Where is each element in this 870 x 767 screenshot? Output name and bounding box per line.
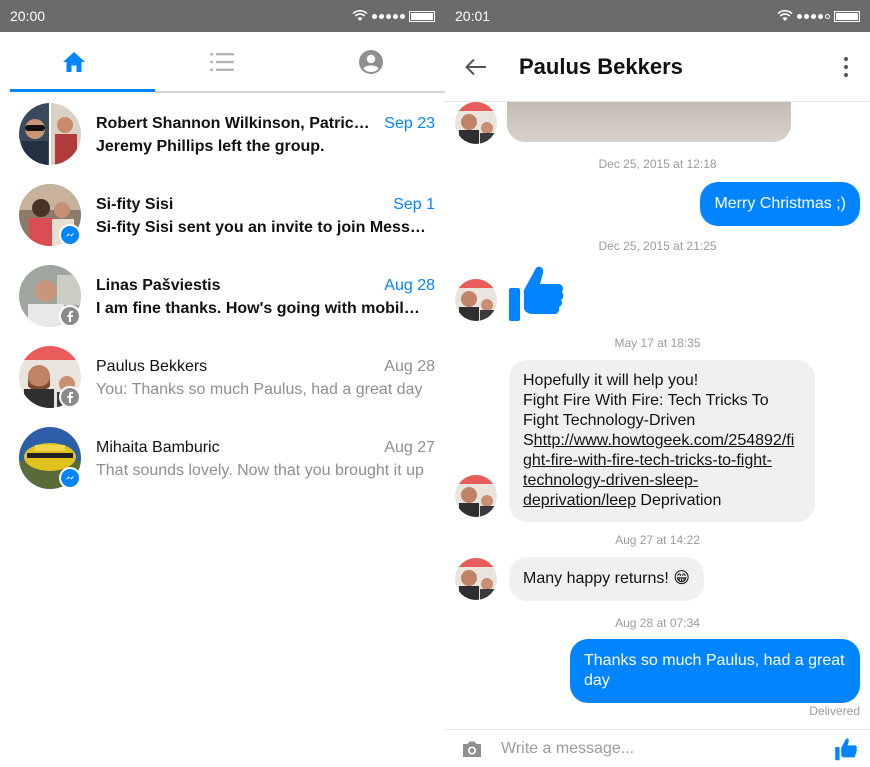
signal-icon [372, 13, 405, 19]
status-time: 20:01 [455, 8, 491, 24]
message-composer [445, 729, 870, 767]
tab-home[interactable] [0, 32, 148, 92]
conversation-date: Aug 27 [384, 439, 435, 456]
battery-icon [409, 10, 435, 22]
image-attachment[interactable] [507, 102, 791, 142]
more-options-icon[interactable] [836, 52, 856, 82]
status-time: 20:00 [10, 8, 46, 24]
message-thread: Dec 25, 2015 at 12:18 Merry Christmas ;)… [445, 102, 870, 729]
conversation-date: Sep 1 [393, 196, 435, 213]
tab-groups[interactable] [148, 32, 296, 92]
facebook-badge-icon [59, 305, 81, 327]
conversation-row[interactable]: Si-fity Sisi Sep 1 Si-fity Sisi sent you… [0, 179, 445, 260]
outgoing-message[interactable]: Thanks so much Paulus, had a great day [570, 639, 860, 703]
conversation-date: Aug 28 [384, 277, 435, 294]
conversation-row[interactable]: Paulus Bekkers Aug 28 You: Thanks so muc… [0, 341, 445, 422]
conversation-snippet: I am fine thanks. How's going with mobil… [96, 300, 426, 317]
conversation-snippet: That sounds lovely. Now that you brought… [96, 462, 424, 479]
timestamp: Dec 25, 2015 at 12:18 [598, 157, 717, 171]
signal-icon [797, 13, 830, 19]
thumbs-up-send-icon[interactable] [834, 737, 858, 761]
conversation-snippet: Jeremy Phillips left the group. [96, 138, 325, 155]
avatar [455, 102, 497, 144]
wifi-icon [777, 10, 793, 21]
status-bar: 20:01 [445, 0, 870, 32]
conversation-date: Aug 28 [384, 358, 435, 375]
message-input[interactable] [501, 739, 834, 758]
facebook-badge-icon [59, 386, 81, 408]
timestamp: Aug 28 at 07:34 [615, 616, 700, 630]
conversation-name: Paulus Bekkers [96, 358, 208, 375]
active-tab-indicator [10, 89, 155, 92]
avatar [455, 279, 497, 321]
tab-profile[interactable] [297, 32, 445, 92]
wifi-icon [352, 10, 368, 21]
conversation-date: Sep 23 [384, 115, 435, 132]
chat-title: Paulus Bekkers [519, 53, 683, 79]
conversation-row[interactable]: Linas Pašviestis Aug 28 I am fine thanks… [0, 260, 445, 341]
battery-icon [834, 10, 860, 22]
avatar [455, 475, 497, 517]
conversation-name: Robert Shannon Wilkinson, Patrick Dowlin… [96, 115, 376, 132]
status-bar: 20:00 [0, 0, 445, 32]
messenger-badge-icon [59, 467, 81, 489]
thumbs-up-icon [509, 266, 564, 321]
profile-icon [358, 50, 383, 74]
home-icon [63, 52, 86, 72]
chat-header: Paulus Bekkers [445, 32, 870, 102]
messenger-badge-icon [59, 224, 81, 246]
conversation-name: Si-fity Sisi [96, 196, 174, 213]
conversation-name: Mihaita Bamburic [96, 439, 220, 456]
incoming-message[interactable]: Hopefully it will help you! Fight Fire W… [509, 360, 815, 522]
avatar [455, 558, 497, 600]
timestamp: May 17 at 18:35 [614, 336, 701, 350]
timestamp: Aug 27 at 14:22 [615, 533, 700, 547]
conversation-snippet: Si-fity Sisi sent you an invite to join … [96, 219, 426, 236]
avatar [19, 103, 81, 165]
conversation-row[interactable]: Mihaita Bamburic Aug 27 That sounds love… [0, 422, 445, 503]
camera-icon[interactable] [461, 740, 483, 758]
arrow-left-icon [465, 58, 486, 75]
list-icon [210, 53, 235, 71]
conversation-list: Robert Shannon Wilkinson, Patrick Dowlin… [0, 92, 445, 503]
conversation-row[interactable]: Robert Shannon Wilkinson, Patrick Dowlin… [0, 98, 445, 179]
outgoing-message[interactable]: Merry Christmas ;) [700, 182, 860, 226]
conversation-snippet: You: Thanks so much Paulus, had a great … [96, 381, 423, 398]
chat-screen: 20:01 Paulus Bekkers Dec 25, 2015 at 12:… [445, 0, 870, 767]
timestamp: Dec 25, 2015 at 21:25 [598, 239, 717, 253]
conversation-name: Linas Pašviestis [96, 277, 221, 294]
incoming-message[interactable]: Many happy returns! 😁 [509, 557, 704, 601]
delivery-status: Delivered [809, 704, 860, 718]
back-button[interactable] [465, 50, 499, 84]
conversation-list-screen: 20:00 Robert Shannon Wilkinson, Patrick … [0, 0, 445, 767]
tab-bar [0, 32, 445, 93]
